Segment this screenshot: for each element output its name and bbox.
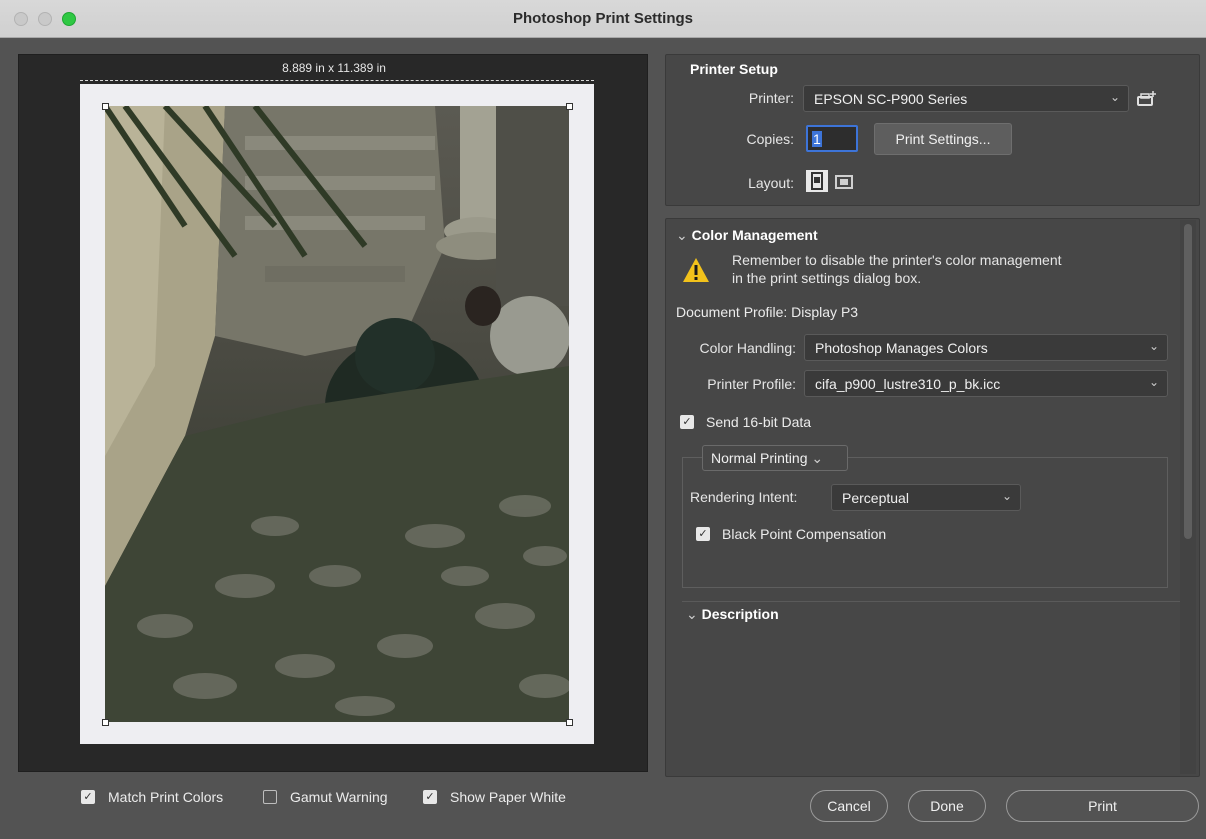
description-title: Description <box>701 606 779 622</box>
bpc-checkbox[interactable]: ✓ <box>696 527 710 541</box>
cancel-button[interactable]: Cancel <box>810 790 888 822</box>
show-paper-white-label: Show Paper White <box>450 789 566 805</box>
warning-message: Remember to disable the printer's color … <box>732 252 1062 286</box>
color-handling-select[interactable]: Photoshop Manages Colors ⌄ <box>804 334 1168 361</box>
color-management-title: Color Management <box>691 227 818 243</box>
color-management-panel: ⌄ Color Management Remember to disable t… <box>665 218 1200 777</box>
chevron-down-icon: ⌄ <box>811 450 824 466</box>
document-profile-label: Document Profile: Display P3 <box>676 304 859 320</box>
printer-setup-title: Printer Setup <box>690 61 778 77</box>
portrait-layout-icon[interactable] <box>805 169 829 196</box>
send-16bit-label: Send 16-bit Data <box>706 414 812 430</box>
chevron-down-icon: ⌄ <box>1109 90 1120 104</box>
send-16bit-checkbox[interactable]: ✓ <box>680 415 694 429</box>
printer-setup-panel: Printer Setup Printer: EPSON SC-P900 Ser… <box>665 54 1200 206</box>
rendering-intent-value: Perceptual <box>842 490 909 506</box>
photo-preview[interactable] <box>105 106 569 722</box>
chevron-down-icon: ⌄ <box>686 606 702 622</box>
resize-handle-bl[interactable] <box>102 719 109 726</box>
chevron-down-icon: ⌄ <box>676 227 692 243</box>
bpc-label: Black Point Compensation <box>722 526 887 542</box>
gamut-warning-label: Gamut Warning <box>290 789 388 805</box>
copies-input[interactable]: 1 <box>806 125 858 152</box>
printer-select[interactable]: EPSON SC-P900 Series ⌄ <box>803 85 1129 112</box>
warning-icon <box>682 257 710 286</box>
match-print-colors-checkbox[interactable]: ✓ <box>81 790 95 804</box>
copies-value: 1 <box>812 131 822 147</box>
print-button[interactable]: Print <box>1006 790 1199 822</box>
title-bar: Photoshop Print Settings <box>0 0 1206 38</box>
rendering-intent-label: Rendering Intent: <box>690 489 798 505</box>
paper-dimensions-label: 8.889 in x 11.389 in <box>282 61 386 75</box>
normal-printing-group <box>682 457 1168 588</box>
printer-select-value: EPSON SC-P900 Series <box>814 91 968 107</box>
copies-label: Copies: <box>746 131 794 147</box>
color-handling-label: Color Handling: <box>699 340 797 356</box>
settings-scrollbar[interactable] <box>1180 220 1196 774</box>
landscape-layout-icon[interactable] <box>834 172 854 195</box>
normal-printing-dropdown[interactable]: Normal Printing ⌄ <box>702 445 848 471</box>
photo-image <box>105 106 569 722</box>
resize-handle-tl[interactable] <box>102 103 109 110</box>
dimension-line <box>80 80 594 81</box>
normal-printing-value: Normal Printing <box>711 450 808 466</box>
done-button[interactable]: Done <box>908 790 986 822</box>
paper-sheet <box>80 84 594 744</box>
rendering-intent-select[interactable]: Perceptual ⌄ <box>831 484 1021 511</box>
print-settings-button[interactable]: Print Settings... <box>874 123 1012 155</box>
printer-profile-select[interactable]: cifa_p900_lustre310_p_bk.icc ⌄ <box>804 370 1168 397</box>
description-header[interactable]: ⌄ Description <box>686 606 779 623</box>
print-preview-pane: 8.889 in x 11.389 in <box>18 54 648 772</box>
chevron-down-icon: ⌄ <box>1148 339 1159 353</box>
show-paper-white-checkbox[interactable]: ✓ <box>423 790 437 804</box>
printer-profile-value: cifa_p900_lustre310_p_bk.icc <box>815 376 1001 392</box>
color-handling-value: Photoshop Manages Colors <box>815 340 988 356</box>
section-divider <box>682 601 1182 602</box>
chevron-down-icon: ⌄ <box>1001 489 1012 503</box>
resize-handle-tr[interactable] <box>566 103 573 110</box>
layout-label: Layout: <box>748 175 794 191</box>
add-printer-icon[interactable] <box>1136 88 1158 113</box>
chevron-down-icon: ⌄ <box>1148 375 1159 389</box>
window-title: Photoshop Print Settings <box>513 10 693 27</box>
color-management-header[interactable]: ⌄ Color Management <box>676 227 818 244</box>
printer-label: Printer: <box>748 90 794 106</box>
gamut-warning-checkbox[interactable] <box>263 790 277 804</box>
scrollbar-thumb[interactable] <box>1184 224 1192 539</box>
resize-handle-br[interactable] <box>566 719 573 726</box>
printer-profile-label: Printer Profile: <box>707 376 796 392</box>
match-print-colors-label: Match Print Colors <box>108 789 224 805</box>
